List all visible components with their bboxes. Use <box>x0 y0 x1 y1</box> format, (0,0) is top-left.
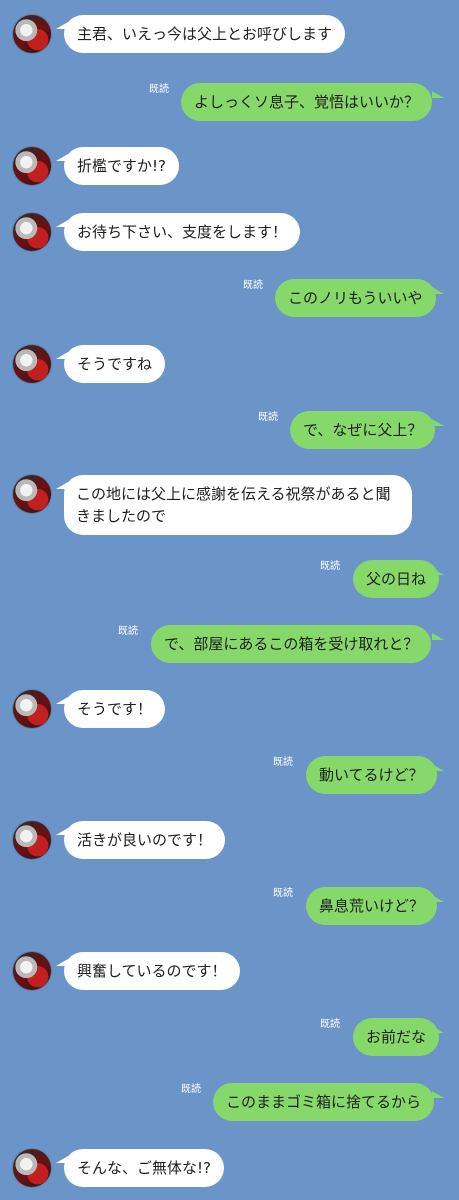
bubble-tail <box>432 568 444 575</box>
read-receipt: 既読 <box>243 280 263 291</box>
read-receipt: 既読 <box>273 757 293 768</box>
message-bubble-sent[interactable]: このままゴミ箱に捨てるから <box>213 1083 435 1121</box>
avatar[interactable] <box>13 690 51 728</box>
read-receipt: 既読 <box>181 1084 201 1095</box>
read-receipt: 既読 <box>273 888 293 899</box>
read-receipt: 既読 <box>320 561 340 572</box>
bubble-tail <box>432 1026 444 1033</box>
message-bubble-received[interactable]: そうですね <box>64 345 166 383</box>
message-bubble-sent[interactable]: 動いてるけど？ <box>306 756 437 794</box>
avatar[interactable] <box>13 345 51 383</box>
avatar[interactable] <box>13 821 51 859</box>
read-receipt: 既読 <box>118 626 138 637</box>
message-bubble-received[interactable]: お待ち下さい、支度をします！ <box>64 213 301 251</box>
message-bubble-sent[interactable]: 鼻息荒いけど？ <box>306 887 438 925</box>
avatar[interactable] <box>13 1149 51 1187</box>
message-bubble-received[interactable]: そんな、ご無体な!? <box>64 1149 224 1187</box>
message-bubble-sent[interactable]: 父の日ね <box>353 560 440 598</box>
bubble-tail <box>432 633 444 640</box>
avatar[interactable] <box>13 147 51 185</box>
message-bubble-received[interactable]: 主君、いえっ今は父上とお呼びします <box>64 15 346 53</box>
message-bubble-sent[interactable]: このノリもういいや <box>275 279 436 317</box>
bubble-tail <box>432 764 444 771</box>
avatar[interactable] <box>13 15 51 53</box>
read-receipt: 既読 <box>258 412 278 423</box>
message-bubble-sent[interactable]: で、なぜに父上？ <box>290 411 436 449</box>
avatar[interactable] <box>13 213 51 251</box>
message-bubble-received[interactable]: そうです！ <box>64 690 166 728</box>
bubble-tail <box>432 287 444 294</box>
avatar[interactable] <box>13 475 51 513</box>
bubble-tail <box>432 895 444 902</box>
message-bubble-sent[interactable]: で、部屋にあるこの箱を受け取れと？ <box>151 625 432 663</box>
read-receipt: 既読 <box>149 84 169 95</box>
message-bubble-sent[interactable]: お前だな <box>353 1018 440 1056</box>
message-bubble-received[interactable]: 活きが良いのです！ <box>64 821 226 859</box>
message-bubble-sent[interactable]: よしっくソ息子、覚悟はいいか？ <box>181 83 433 121</box>
message-bubble-received[interactable]: 興奮しているのです！ <box>64 952 240 990</box>
message-bubble-received[interactable]: この地には父上に感謝を伝える祝祭があると聞きましたので <box>64 475 412 535</box>
chat-area[interactable]: 主君、いえっ今は父上とお呼びします 既読 よしっくソ息子、覚悟はいいか？ 折檻で… <box>0 0 459 1200</box>
read-receipt: 既読 <box>320 1019 340 1030</box>
bubble-tail <box>432 419 444 426</box>
avatar[interactable] <box>13 952 51 990</box>
message-bubble-received[interactable]: 折檻ですか!? <box>64 147 179 185</box>
bubble-tail <box>432 91 444 98</box>
bubble-tail <box>432 1091 444 1098</box>
